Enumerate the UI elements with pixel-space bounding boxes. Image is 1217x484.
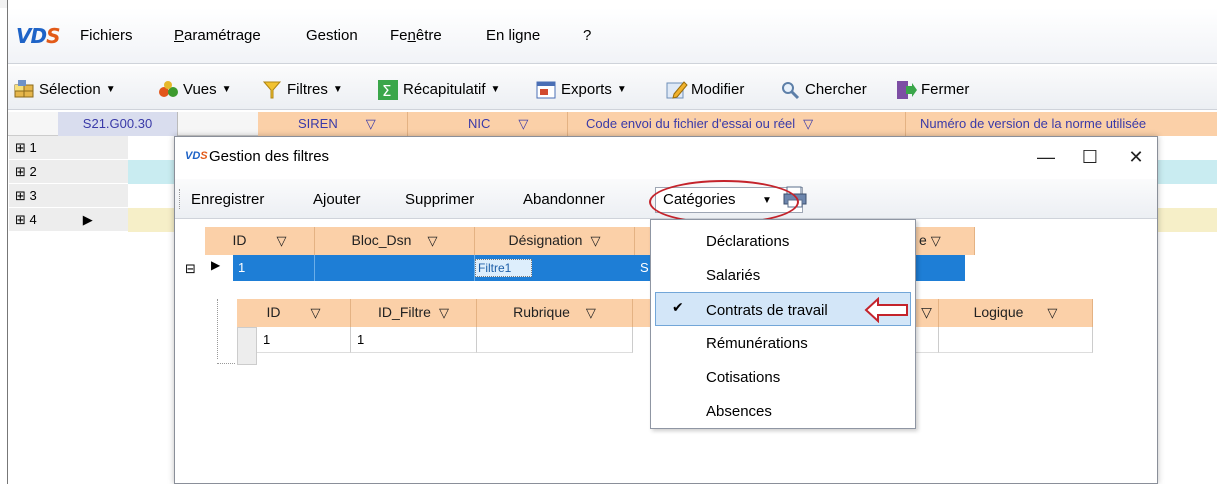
checkmark-icon: ✔ [672, 299, 684, 315]
subcolumn-header-id-filtre[interactable]: ID_Filtre ▽ [351, 299, 477, 327]
funnel-icon[interactable]: ▽ [915, 299, 939, 327]
column-header-code-envoi[interactable]: Code envoi du fichier d'essai ou réel ▽ [568, 112, 906, 136]
chercher-button[interactable]: Chercher [780, 80, 867, 100]
sigma-icon: Σ [378, 80, 398, 100]
edit-icon [666, 80, 688, 99]
funnel-icon[interactable]: ▽ [366, 116, 376, 132]
categories-dropdown: Déclarations Salariés ✔ Contrats de trav… [650, 219, 916, 429]
menu-en-ligne[interactable]: En ligne [486, 27, 540, 44]
funnel-icon[interactable]: ▽ [931, 233, 941, 249]
ajouter-button[interactable]: Ajouter [313, 191, 361, 208]
column-header-siren[interactable]: SIREN ▽ [258, 112, 408, 136]
funnel-icon[interactable]: ▽ [803, 116, 813, 132]
search-icon [780, 80, 800, 100]
vues-button[interactable]: Vues ▼ [158, 80, 232, 98]
menu-item-remunerations[interactable]: Rémunérations [651, 326, 915, 360]
views-icon [158, 80, 178, 98]
exit-icon [896, 80, 917, 99]
app-logo: VDS [16, 24, 61, 48]
column-header-designation[interactable]: Désignation ▽ [475, 227, 635, 255]
dialog-titlebar: VDS Gestion des filtres — ☐ ✕ [175, 137, 1157, 179]
column-header-nic[interactable]: NIC ▽ [408, 112, 568, 136]
recapitulatif-button[interactable]: Σ Récapitulatif ▼ [378, 80, 501, 100]
minimize-button[interactable]: — [1031, 143, 1061, 173]
grid-select-icon [14, 80, 34, 98]
menu-gestion[interactable]: Gestion [306, 27, 358, 44]
funnel-icon[interactable]: ▽ [1047, 305, 1057, 321]
subcell-id[interactable]: 1 [257, 327, 351, 353]
tree-connector [217, 363, 235, 365]
subcell-hidden[interactable] [915, 327, 939, 353]
selection-button[interactable]: Sélection ▼ [14, 80, 116, 98]
subcell-id-filtre[interactable]: 1 [351, 327, 477, 353]
menu-help[interactable]: ? [583, 27, 591, 44]
menu-fichiers[interactable]: Fichiers [80, 27, 133, 44]
modifier-button[interactable]: Modifier [666, 80, 744, 99]
svg-text:Σ: Σ [382, 82, 391, 100]
close-button[interactable]: ✕ [1121, 143, 1151, 173]
export-icon [536, 80, 556, 99]
highlight-ellipse [649, 180, 799, 224]
menu-item-salaries[interactable]: Salariés [651, 258, 915, 292]
cell-id[interactable]: 1 [233, 255, 315, 281]
current-row-indicator-icon: ▶ [82, 212, 93, 227]
app-logo: VDS [185, 150, 208, 162]
chevron-down-icon: ▼ [332, 83, 343, 95]
row-header[interactable]: ⊞ 2 [9, 160, 128, 184]
menu-parametrage[interactable]: Paramétrage [174, 27, 261, 44]
column-header-bloc-dsn[interactable]: Bloc_Dsn ▽ [315, 227, 475, 255]
subcolumn-header-logique[interactable]: Logique ▽ [939, 299, 1093, 327]
row-header[interactable]: ⊞ 3 [9, 184, 128, 208]
abandonner-button[interactable]: Abandonner [523, 191, 605, 208]
collapse-icon[interactable]: ⊟ [185, 261, 196, 277]
dialog-title: Gestion des filtres [209, 148, 330, 165]
current-row-indicator-icon: ▶ [211, 258, 221, 272]
menubar: VDS Fichiers Paramétrage Gestion Fenêtre… [8, 8, 1217, 64]
funnel-icon[interactable]: ▽ [439, 305, 449, 321]
chevron-down-icon: ▼ [105, 83, 116, 95]
menu-item-absences[interactable]: Absences [651, 394, 915, 428]
column-header-partial[interactable]: e ▽ [915, 227, 975, 255]
funnel-icon[interactable]: ▽ [586, 305, 596, 321]
column-header-id[interactable]: ID ▽ [205, 227, 315, 255]
main-toolbar: Sélection ▼ Vues ▼ Filtres ▼ Σ Récapitulati… [8, 66, 1217, 110]
funnel-icon[interactable]: ▽ [590, 233, 600, 249]
fermer-button[interactable]: Fermer [896, 80, 969, 99]
dialog-toolbar: Enregistrer Ajouter Supprimer Abandonner… [175, 179, 1157, 224]
tree-connector [217, 299, 219, 359]
row-header[interactable]: ⊞ 4 ▶ [9, 208, 128, 232]
filtres-button[interactable]: Filtres ▼ [262, 80, 343, 99]
menu-item-declarations[interactable]: Déclarations [651, 224, 915, 258]
chevron-down-icon: ▼ [616, 83, 627, 95]
chevron-down-icon: ▼ [490, 83, 501, 95]
cell-designation-editor[interactable]: Filtre1 [475, 259, 532, 277]
annotation-arrow-icon [864, 296, 910, 324]
subcell-logique[interactable] [939, 327, 1093, 353]
menu-fenetre[interactable]: Fenêtre [390, 27, 442, 44]
subcell-rubrique[interactable] [477, 327, 633, 353]
funnel-icon[interactable]: ▽ [518, 116, 528, 132]
funnel-icon[interactable]: ▽ [277, 233, 287, 249]
row-header[interactable]: ⊞ 1 [9, 136, 128, 160]
supprimer-button[interactable]: Supprimer [405, 191, 474, 208]
maximize-button[interactable]: ☐ [1075, 143, 1105, 173]
cell-bloc-dsn[interactable] [315, 255, 475, 281]
column-header-bloc[interactable]: S21.G00.30 [58, 112, 178, 136]
chevron-down-icon: ▼ [221, 83, 232, 95]
funnel-icon[interactable]: ▽ [311, 305, 321, 321]
funnel-icon[interactable]: ▽ [427, 233, 437, 249]
toolbar-grip [179, 189, 181, 209]
enregistrer-button[interactable]: Enregistrer [191, 191, 264, 208]
main-grid-header: S21.G00.30 SIREN ▽ NIC ▽ Code envoi du fic… [8, 112, 1217, 136]
exports-button[interactable]: Exports ▼ [536, 80, 627, 99]
row-header[interactable] [237, 327, 257, 365]
subcolumn-header-rubrique[interactable]: Rubrique ▽ [477, 299, 633, 327]
funnel-icon [262, 80, 282, 99]
subcolumn-header-id[interactable]: ID ▽ [237, 299, 351, 327]
column-header-version[interactable]: Numéro de version de la norme utilisée [906, 112, 1217, 136]
menu-item-cotisations[interactable]: Cotisations [651, 360, 915, 394]
